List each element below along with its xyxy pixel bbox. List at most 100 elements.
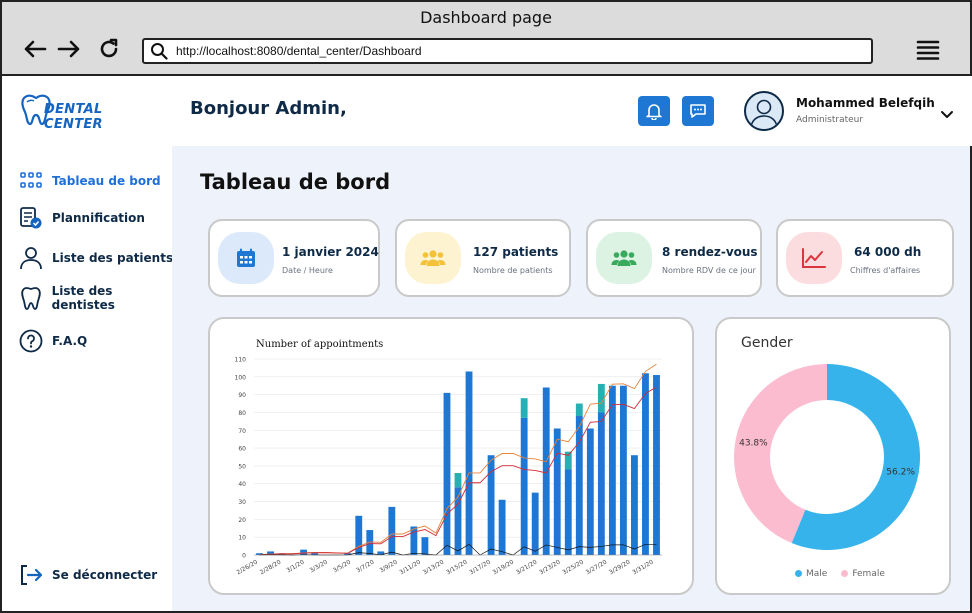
y-tick-label: 100 <box>235 374 247 381</box>
x-tick-label: 3/3/20 <box>309 559 329 575</box>
card-value: 64 000 dh <box>854 245 922 259</box>
page-title: Tableau de bord <box>200 170 391 194</box>
appointments-chart-panel: Number of appointments 0 10 20 30 40 50 60 70 80… <box>208 317 694 595</box>
trend-icon <box>786 232 842 284</box>
bar-segment <box>520 398 528 418</box>
back-icon[interactable] <box>22 36 48 62</box>
sidebar: DENTAL CENTER Tableau de bord Plannifica… <box>4 76 173 611</box>
x-tick-label: 3/13/20 <box>422 559 446 577</box>
logo-text: DENTAL CENTER <box>44 102 103 132</box>
bar <box>421 537 429 555</box>
y-tick-label: 60 <box>238 446 246 453</box>
x-tick-label: 3/17/20 <box>468 559 492 577</box>
avatar[interactable] <box>744 91 784 131</box>
legend-item-female[interactable]: Female <box>841 569 885 579</box>
x-tick-label: 3/27/20 <box>585 559 609 577</box>
schedule-icon <box>18 205 44 231</box>
x-tick-label: 3/5/20 <box>332 559 352 575</box>
bar <box>586 428 594 555</box>
bar <box>653 375 660 555</box>
user-name: Mohammed Belefqih <box>796 96 935 110</box>
x-tick-label: 3/11/20 <box>398 559 422 577</box>
stat-card-patients: 127 patients Nombre de patients <box>395 219 571 297</box>
card-label: Chiffres d'affaires <box>850 266 921 275</box>
app-page: DENTAL CENTER Tableau de bord Plannifica… <box>0 76 972 613</box>
x-tick-label: 3/31/20 <box>631 559 655 577</box>
x-tick-label: 3/29/20 <box>608 559 632 577</box>
y-tick-label: 20 <box>238 517 246 524</box>
bar <box>531 492 539 555</box>
x-tick-label: 3/21/20 <box>515 559 539 577</box>
bar-segment <box>564 451 572 470</box>
search-icon <box>151 43 168 60</box>
greeting: Bonjour Admin, <box>190 98 347 119</box>
bar <box>642 373 649 555</box>
forward-icon[interactable] <box>56 36 82 62</box>
logo[interactable]: DENTAL CENTER <box>18 90 164 132</box>
bar <box>542 387 550 555</box>
x-tick-label: 3/23/20 <box>538 559 562 577</box>
y-tick-label: 110 <box>235 357 247 364</box>
legend-label: Female <box>852 569 885 579</box>
question-icon <box>18 328 44 354</box>
x-tick-label: 3/7/20 <box>355 559 375 575</box>
grid-icon <box>18 168 44 194</box>
x-tick-label: 2/28/20 <box>259 559 283 577</box>
reload-icon[interactable] <box>96 36 122 62</box>
url-text: http://localhost:8080/dental_center/Dash… <box>176 44 422 58</box>
legend-item-male[interactable]: Male <box>795 569 827 579</box>
gender-chart-panel: Gender 56.2% 43.8% Male Female <box>715 317 951 595</box>
sidebar-item-patients[interactable]: Liste des patients <box>18 245 178 271</box>
logout-icon <box>18 562 44 588</box>
group-icon <box>596 232 652 284</box>
messages-button[interactable] <box>682 96 714 126</box>
card-label: Nombre RDV de ce jour <box>662 266 756 275</box>
bell-icon <box>646 104 662 120</box>
legend-label: Male <box>806 569 828 579</box>
bar <box>619 385 627 555</box>
x-tick-label: 3/1/20 <box>285 559 305 575</box>
stat-card-appointments: 8 rendez-vous Nombre RDV de ce jour <box>586 219 762 297</box>
bar <box>608 385 616 555</box>
hamburger-menu-icon[interactable] <box>915 38 941 62</box>
chevron-down-icon[interactable] <box>940 105 954 118</box>
sidebar-item-label: Liste des patients <box>52 251 174 265</box>
sidebar-item-planning[interactable]: Plannification <box>18 205 178 231</box>
y-tick-label: 40 <box>238 481 246 488</box>
x-tick-label: 3/25/20 <box>561 559 585 577</box>
bar <box>520 417 528 555</box>
pie-label: 56.2% <box>886 468 915 478</box>
y-tick-label: 50 <box>238 463 246 470</box>
sidebar-item-faq[interactable]: F.A.Q <box>18 328 178 354</box>
bar <box>410 526 418 555</box>
sidebar-item-dashboard[interactable]: Tableau de bord <box>18 168 178 194</box>
group-icon <box>405 232 461 284</box>
bar <box>443 392 451 555</box>
y-tick-label: 80 <box>238 410 246 417</box>
bar <box>498 499 506 555</box>
card-value: 127 patients <box>473 245 559 259</box>
logout-button[interactable]: Se déconnecter <box>18 562 178 588</box>
stat-card-revenue: 64 000 dh Chiffres d'affaires <box>776 219 954 297</box>
card-value: 1 janvier 2024 <box>282 245 379 259</box>
bar <box>388 506 396 555</box>
address-bar[interactable]: http://localhost:8080/dental_center/Dash… <box>142 38 873 64</box>
stat-card-date: 1 janvier 2024 Date / Heure <box>208 219 380 297</box>
bar <box>564 469 572 555</box>
logout-label: Se déconnecter <box>52 568 158 582</box>
bar <box>465 371 473 555</box>
y-tick-label: 30 <box>238 499 246 506</box>
bar <box>553 428 561 555</box>
bar <box>575 416 583 555</box>
chart-legend: Male Female <box>795 569 885 579</box>
user-role: Administrateur <box>796 115 864 125</box>
sidebar-item-dentists[interactable]: Liste des dentistes <box>18 284 178 312</box>
notifications-button[interactable] <box>638 96 670 126</box>
y-tick-label: 70 <box>238 428 246 435</box>
bar-segment <box>575 403 583 417</box>
appointments-bar-chart: 01020304050607080901001102/26/20 2/28/20 3… <box>235 357 662 577</box>
x-tick-label: 3/15/20 <box>445 559 469 577</box>
y-tick-label: 10 <box>238 535 246 542</box>
top-header: Bonjour Admin, Mohammed Belefqih Adminis… <box>172 76 972 146</box>
sidebar-item-label: Liste des dentistes <box>51 284 115 312</box>
